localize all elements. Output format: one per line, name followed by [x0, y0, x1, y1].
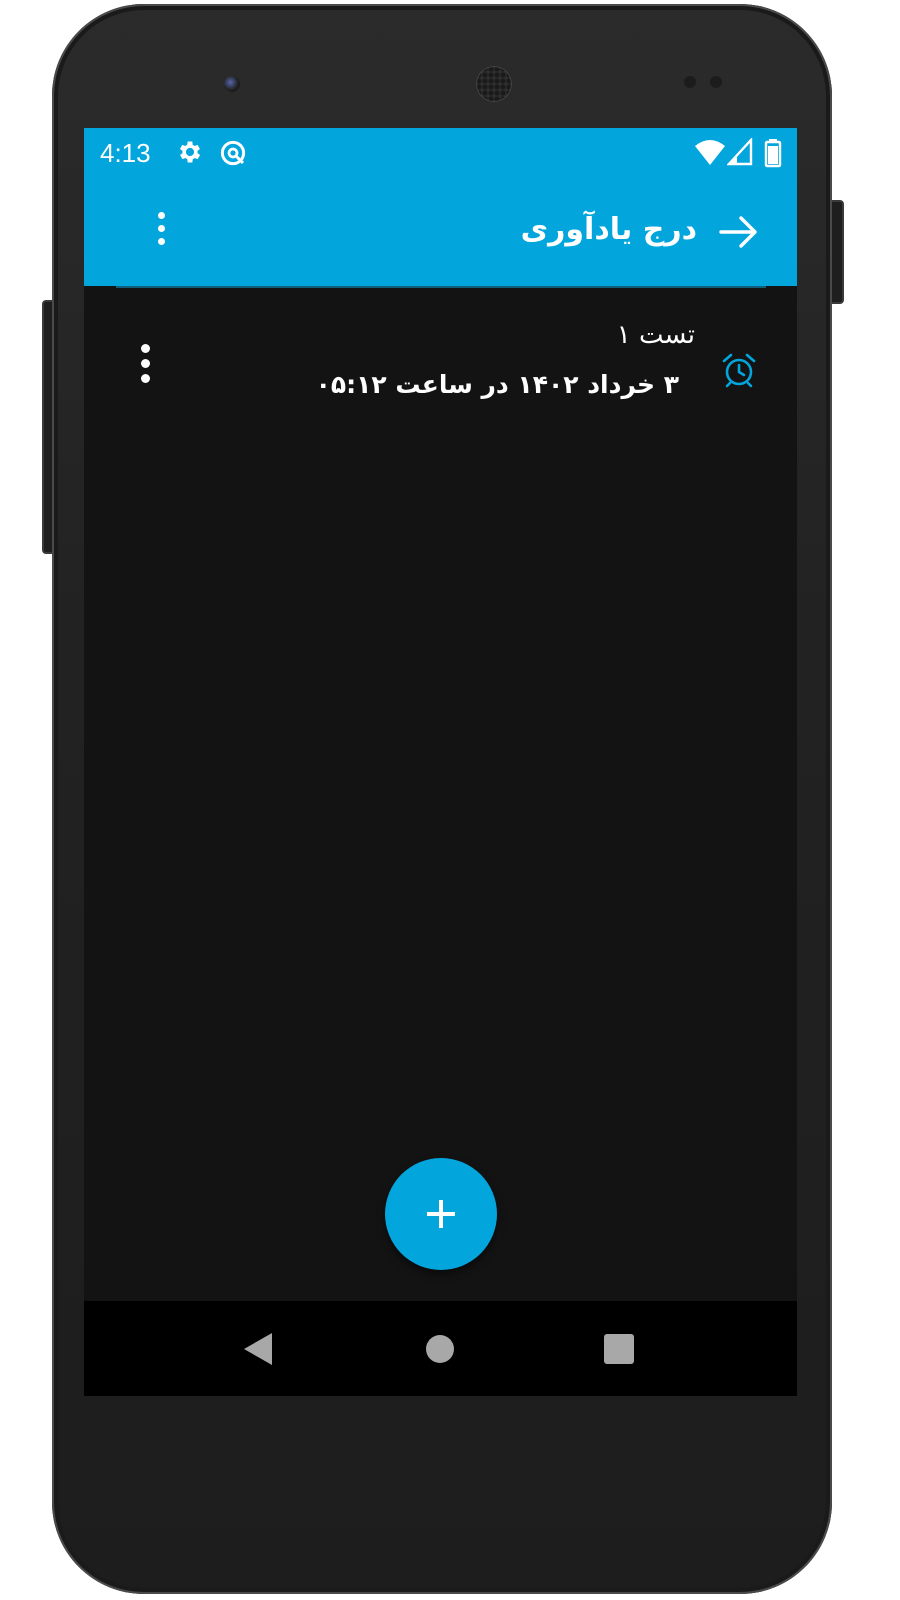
status-time: 4:13 — [100, 138, 151, 168]
sync-icon — [220, 140, 246, 166]
earpiece-speaker — [476, 66, 512, 102]
reminder-menu-button[interactable] — [130, 344, 160, 388]
arrow-right-icon — [719, 216, 757, 248]
signal-icon — [727, 138, 753, 166]
reminder-datetime: ۳ خرداد ۱۴۰۲ در ساعت ۰۵:۱۲ — [315, 370, 679, 399]
back-arrow-button[interactable] — [719, 214, 759, 250]
alarm-clock-icon — [722, 353, 756, 388]
overflow-menu-button[interactable] — [146, 212, 176, 252]
home-circle-icon[interactable] — [426, 1335, 454, 1363]
status-bar: 4:13 — [84, 128, 797, 178]
add-reminder-button[interactable] — [385, 1158, 497, 1270]
app-bar-divider — [116, 286, 766, 288]
more-vert-icon — [146, 212, 176, 245]
battery-icon — [764, 139, 782, 168]
navigation-bar — [84, 1301, 797, 1396]
power-button — [830, 200, 844, 304]
proximity-sensor — [684, 76, 696, 88]
screen: 4:13 درج یادآوری تست ۱ ۳ خرداد ۱۴۰۲ در س… — [84, 128, 797, 1396]
recents-square-icon[interactable] — [604, 1334, 634, 1364]
gear-icon — [179, 141, 201, 163]
front-camera — [224, 76, 240, 92]
light-sensor — [710, 76, 722, 88]
more-vert-icon — [130, 344, 160, 383]
reminder-title: تست ۱ — [616, 320, 695, 350]
page-title: درج یادآوری — [520, 212, 697, 247]
back-triangle-icon[interactable] — [244, 1333, 272, 1365]
wifi-icon — [695, 140, 725, 165]
reminder-list-item[interactable]: تست ۱ ۳ خرداد ۱۴۰۲ در ساعت ۰۵:۱۲ — [84, 314, 797, 414]
